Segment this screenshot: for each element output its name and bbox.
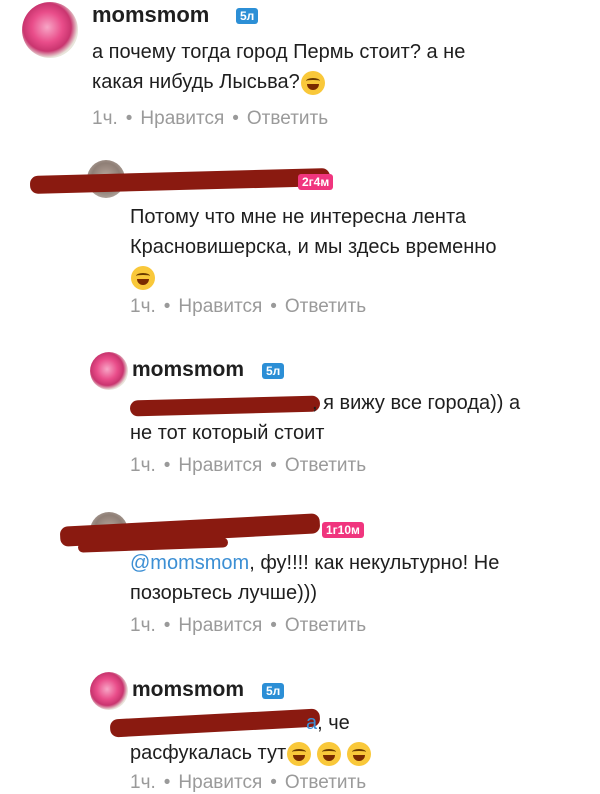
separator-dot: • [270,615,277,636]
separator-dot: • [270,296,277,317]
smirk-emoji-icon [131,265,155,290]
separator-dot: • [163,772,171,793]
like-link[interactable]: Нравится [140,108,224,129]
comment-meta: 1ч. • Нравится • Ответить [130,296,366,318]
account-age-badge: 5л [262,683,285,699]
avatar[interactable] [90,672,128,710]
laughing-tears-emoji-icon [317,741,342,766]
reply-link[interactable]: Ответить [285,455,366,476]
like-link[interactable]: Нравится [178,772,262,793]
username[interactable]: momsmom [132,358,244,382]
like-link[interactable]: Нравится [178,296,262,317]
comment-meta: 1ч. • Нравится • Ответить [92,108,328,130]
comment-text: а почему тогда город Пермь стоит? а не к… [92,41,466,95]
comment-text: а, че расфукалась тут [130,708,372,768]
like-link[interactable]: Нравится [178,615,262,636]
comment-time: 1ч. [92,108,118,129]
laughing-tears-emoji-icon [300,70,325,95]
separator-dot: • [163,615,171,636]
laughing-tears-emoji-icon [347,741,372,766]
redaction-mark [29,168,331,194]
comment-meta: 1ч. • Нравится • Ответить [130,455,366,477]
comment-time: 1ч. [130,455,156,476]
mention-link[interactable]: @momsmom [130,552,249,574]
reply-link[interactable]: Ответить [285,772,366,793]
comment-time: 1ч. [130,615,156,636]
account-age-badge: 2г4м [298,174,334,190]
separator-dot: • [125,108,133,129]
comment-text: @momsmom, фу!!!! как некультурно! Не поз… [130,552,500,604]
comment-meta: 1ч. • Нравится • Ответить [130,615,366,637]
separator-dot: • [163,455,171,476]
avatar[interactable] [90,352,128,390]
separator-dot: • [232,108,239,129]
account-age-badge: 5л [262,363,285,379]
reply-link[interactable]: Ответить [285,296,366,317]
comment-time: 1ч. [130,296,156,317]
username[interactable]: momsmom [132,678,244,702]
reply-link[interactable]: Ответить [285,615,366,636]
comment-text: Потому что мне не интересна лента Красно… [130,202,496,292]
comment-time: 1ч. [130,772,156,793]
comment-text: , я вижу все города)) а не тот который с… [130,392,521,444]
username[interactable]: momsmom [92,2,209,28]
separator-dot: • [270,772,277,793]
laughing-tears-emoji-icon [287,741,312,766]
account-age-badge: 5л [236,8,259,24]
avatar[interactable] [22,2,78,58]
separator-dot: • [270,455,277,476]
account-age-badge: 1г10м [322,522,364,538]
separator-dot: • [163,296,171,317]
reply-link[interactable]: Ответить [247,108,328,129]
like-link[interactable]: Нравится [178,455,262,476]
